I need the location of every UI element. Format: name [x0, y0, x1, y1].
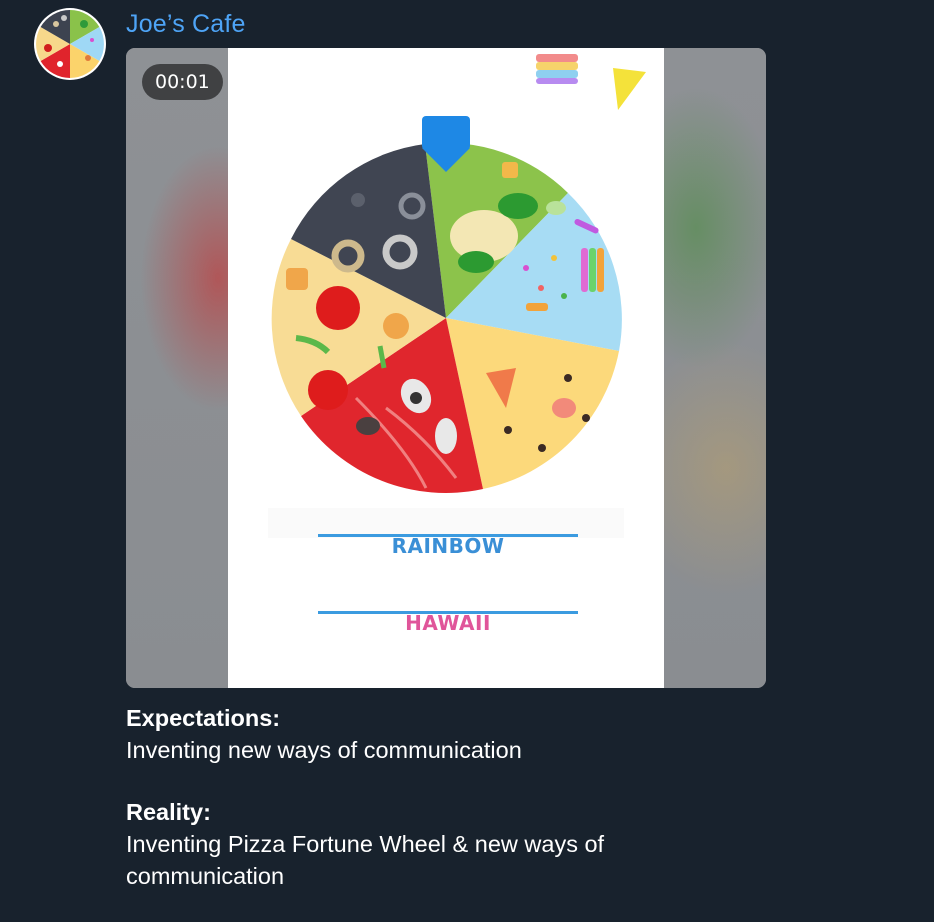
video-message[interactable]: RAINBOW HAWAII 00:01 — [126, 48, 766, 688]
cheese-slice-icon — [613, 68, 646, 110]
video-frame: RAINBOW HAWAII — [228, 48, 664, 688]
option-divider-line — [318, 611, 578, 614]
option-divider-line — [318, 534, 578, 537]
message-caption: Expectations: Inventing new ways of comm… — [126, 702, 826, 892]
option-label-rainbow: RAINBOW — [391, 534, 505, 558]
expectations-label: Expectations: — [126, 705, 281, 731]
expectations-text: Inventing new ways of communication — [126, 737, 522, 763]
video-duration-badge: 00:01 — [142, 64, 223, 100]
avatar[interactable] — [34, 8, 106, 80]
pizza-fortune-wheel-icon — [268, 54, 646, 538]
option-label-hawaii: HAWAII — [405, 611, 491, 635]
rainbow-sticker-icon — [536, 54, 578, 84]
wheel-option-rainbow: RAINBOW — [318, 534, 578, 558]
reality-text-line1: Inventing Pizza Fortune Wheel & new ways… — [126, 831, 605, 857]
sender-name[interactable]: Joe’s Cafe — [126, 10, 246, 39]
wheel-option-hawaii: HAWAII — [318, 611, 578, 635]
reality-label: Reality: — [126, 799, 211, 825]
pizza-wheel-avatar-icon — [36, 10, 104, 78]
reality-text-line2: communication — [126, 863, 285, 889]
